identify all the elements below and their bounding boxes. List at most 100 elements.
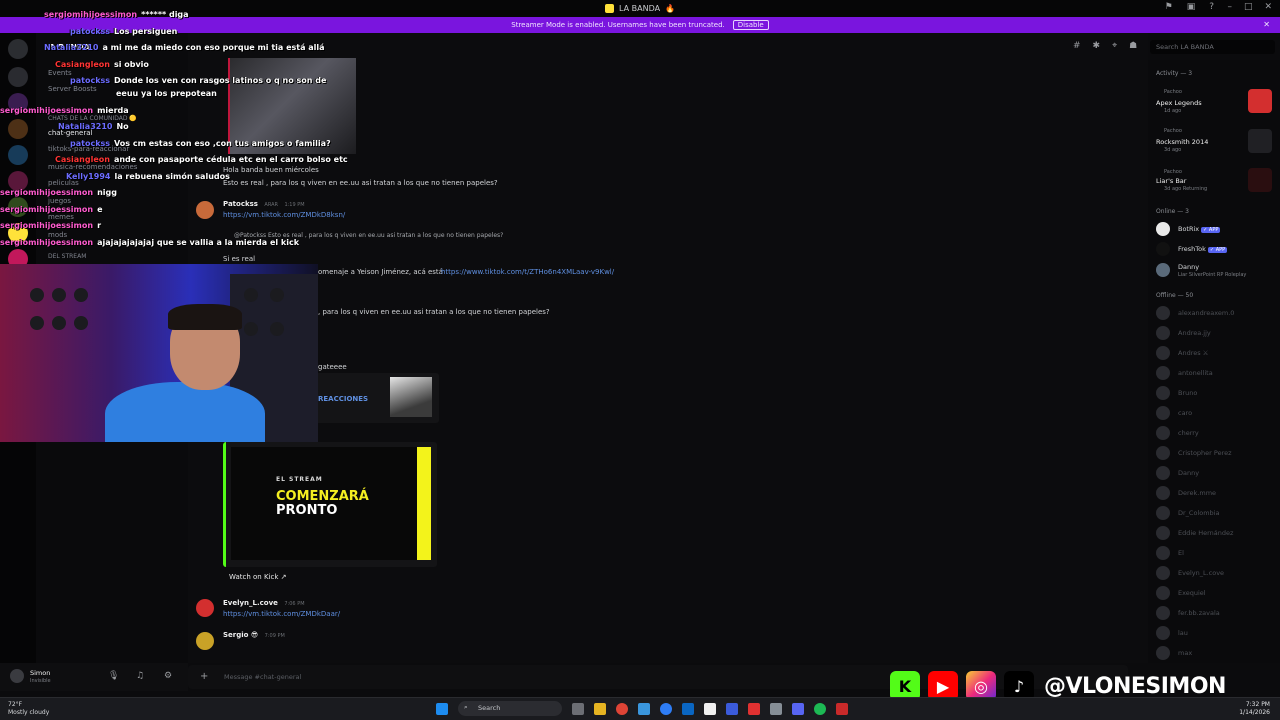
member-avatar[interactable] [1156,406,1170,420]
screen-icon[interactable]: ▣ [1187,2,1196,12]
help-icon[interactable]: ? [1209,2,1214,12]
member-freshtok[interactable]: FreshTok ✓ APP [1178,245,1228,253]
member-avatar[interactable] [1156,263,1170,277]
close-window-icon[interactable]: ✕ [1264,2,1272,12]
embed-title[interactable]: REACCIONES [318,395,368,403]
offline-member[interactable]: Evelyn_L.cove [1178,569,1224,577]
message-input[interactable]: Message #chat-general [224,673,301,681]
app-icon[interactable] [704,702,716,715]
member-avatar[interactable] [1156,386,1170,400]
offline-member[interactable]: cherry [1178,429,1199,437]
channel-musica[interactable]: musica-recomendaciones [48,163,137,171]
member-avatar[interactable] [1156,506,1170,520]
inbox-icon[interactable]: ⚑ [1165,2,1173,12]
direct-messages-icon[interactable] [8,39,28,59]
offline-member[interactable]: Bruno [1178,389,1197,397]
server-boosts-link[interactable]: Server Boosts [48,85,97,93]
member-avatar[interactable] [1156,426,1170,440]
maximize-icon[interactable]: □ [1244,2,1253,12]
message-author[interactable]: Patockss ARAR 1:19 PM [223,200,305,208]
member-avatar[interactable] [1156,526,1170,540]
microphone-icon[interactable]: 🎙 [108,671,119,681]
close-banner-icon[interactable]: ✕ [1263,20,1270,29]
channel-category[interactable]: CHATS DE LA COMUNIDAD 🟡 [48,115,137,122]
taskbar-clock[interactable]: 7:32 PM 1/14/2026 [1239,701,1270,717]
taskbar-search[interactable]: ⌕ Search [458,701,562,716]
member-avatar[interactable] [1156,466,1170,480]
member-avatar[interactable] [1156,546,1170,560]
member-avatar[interactable] [1156,366,1170,380]
weather-widget[interactable]: 72°F Mostly cloudy [8,701,49,717]
offline-member[interactable]: Andres ⚔ [1178,349,1209,357]
offline-member[interactable]: Cristopher Perez [1178,449,1232,457]
member-avatar[interactable] [1156,446,1170,460]
offline-member[interactable]: Andrea.jjy [1178,329,1211,337]
offline-member[interactable]: alexandreaxem.0 [1178,309,1234,317]
message-author[interactable]: Sergio 😎 7:09 PM [223,631,285,639]
edge-icon[interactable] [660,702,672,715]
search-input[interactable]: Search LA BANDA [1150,40,1275,54]
offline-member[interactable]: fer.bb.zavala [1178,609,1220,617]
app-icon[interactable] [638,702,650,715]
app-icon[interactable] [770,702,782,715]
spotify-icon[interactable] [814,702,826,715]
offline-member[interactable]: Danny [1178,469,1199,477]
member-avatar[interactable] [1156,222,1170,236]
events-link[interactable]: Events [48,69,72,77]
member-avatar[interactable] [1156,306,1170,320]
member-avatar[interactable] [1156,586,1170,600]
avatar[interactable] [196,632,214,650]
pin-icon[interactable]: ⌖ [1112,41,1117,51]
app-icon[interactable] [748,702,760,715]
offline-member[interactable]: El [1178,549,1184,557]
member-danny[interactable]: Danny [1178,263,1199,271]
message-link[interactable]: https://vm.tiktok.com/ZMDkDaar/ [223,610,340,618]
watch-on-kick-link[interactable]: Watch on Kick ↗ [229,573,287,581]
member-avatar[interactable] [1156,326,1170,340]
add-attachment-icon[interactable]: + [200,671,208,682]
offline-member[interactable]: lau [1178,629,1188,637]
windows-start-icon[interactable] [436,702,448,715]
chrome-icon[interactable] [616,702,628,715]
message-link[interactable]: https://www.tiktok.com/t/ZTHo6n4XMLaav-v… [441,268,614,276]
message-author[interactable]: Evelyn_L.cove 7:06 PM [223,599,305,607]
offline-member[interactable]: caro [1178,409,1192,417]
file-explorer-icon[interactable] [594,702,606,715]
member-avatar[interactable] [1156,242,1170,256]
offline-member[interactable]: antonellita [1178,369,1213,377]
member-avatar[interactable] [1156,646,1170,660]
channel-juegos[interactable]: juegos [48,197,71,205]
member-avatar[interactable] [1156,346,1170,360]
task-view-icon[interactable] [572,702,584,715]
minimize-icon[interactable]: – [1227,2,1232,12]
member-avatar[interactable] [1156,566,1170,580]
avatar[interactable] [196,201,214,219]
threads-icon[interactable]: # [1073,41,1081,51]
offline-member[interactable]: max [1178,649,1192,657]
discord-icon[interactable] [792,702,804,715]
user-avatar[interactable] [10,669,24,683]
disable-button[interactable]: Disable [732,20,769,30]
member-avatar[interactable] [1156,626,1170,640]
offline-member[interactable]: Eddie Hernández [1178,529,1233,537]
app-icon[interactable] [726,702,738,715]
user-name[interactable]: Simon [30,669,50,677]
server-icon[interactable] [8,67,28,87]
member-botrix[interactable]: BotRix ✓ APP [1178,225,1221,233]
headphones-icon[interactable]: ♫ [136,671,144,681]
offline-member[interactable]: Exequiel [1178,589,1206,597]
message-link[interactable]: https://vm.tiktok.com/ZMDkD8ksn/ [223,211,345,219]
app-icon[interactable] [836,702,848,715]
embed-thumbnail[interactable] [390,377,432,417]
app-icon[interactable] [682,702,694,715]
server-icon[interactable] [8,119,28,139]
notification-icon[interactable]: ✱ [1093,41,1101,51]
server-icon[interactable] [8,145,28,165]
channel-memes[interactable]: memes [48,213,74,221]
settings-gear-icon[interactable]: ⚙ [164,671,172,681]
member-avatar[interactable] [1156,486,1170,500]
channel-category-stream[interactable]: DEL STREAM [48,253,86,260]
member-avatar[interactable] [1156,606,1170,620]
avatar[interactable] [196,599,214,617]
members-icon[interactable]: ☗ [1129,41,1137,51]
